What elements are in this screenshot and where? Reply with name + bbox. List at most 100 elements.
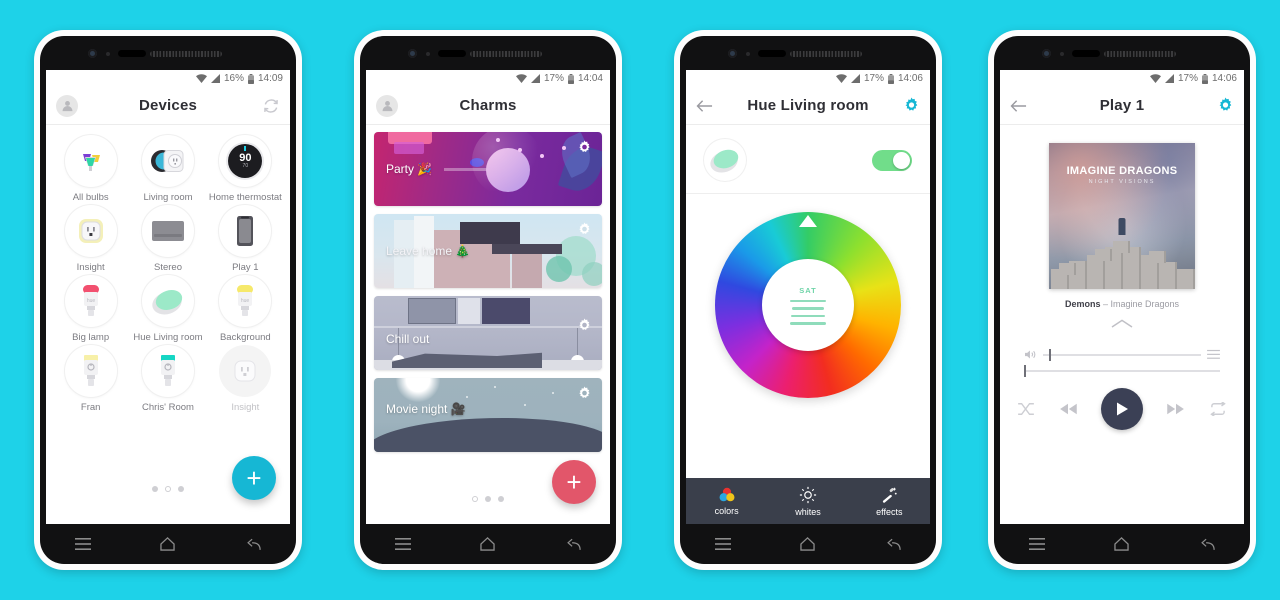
chevron-up-icon (1111, 319, 1133, 328)
settings-button[interactable] (903, 97, 920, 114)
refresh-button[interactable] (262, 97, 280, 115)
saturation-control[interactable]: SAT (762, 259, 854, 351)
menu-icon[interactable] (74, 538, 91, 550)
charm-card-party[interactable]: Party 🎉 (374, 132, 602, 206)
volume-icon[interactable] (1024, 349, 1037, 360)
charm-settings-button[interactable] (577, 140, 592, 160)
tab-colors[interactable]: colors (686, 487, 767, 516)
device-tile-fran[interactable]: Fran (52, 345, 129, 413)
device-tile-all-bulbs[interactable]: All bulbs (52, 135, 129, 203)
charm-card-movie-night[interactable]: Movie night 🎥 (374, 378, 602, 452)
track-dash: – (1100, 299, 1111, 309)
pager-dot[interactable] (485, 496, 491, 502)
leave-art-shape (460, 222, 520, 244)
front-camera-icon (728, 49, 737, 58)
hue-marker[interactable] (799, 215, 817, 227)
light-power-toggle[interactable] (872, 149, 912, 171)
device-icon-wrap (141, 135, 194, 187)
home-icon[interactable] (480, 537, 496, 551)
avatar[interactable] (56, 94, 78, 117)
device-tile-background[interactable]: hue Background (207, 275, 284, 343)
menu-icon[interactable] (394, 538, 411, 550)
album-art[interactable]: IMAGINE DRAGONS NIGHT VISIONS (1049, 143, 1195, 289)
color-circles-icon (719, 487, 735, 501)
back-icon[interactable] (245, 538, 261, 551)
playlist-icon[interactable] (1207, 349, 1220, 360)
saturation-slider[interactable] (790, 299, 826, 325)
home-icon[interactable] (160, 537, 176, 551)
movie-art-shape (396, 378, 440, 402)
pager-dot-current[interactable] (472, 496, 478, 502)
track-progress-slider[interactable] (1024, 365, 1220, 377)
chill-art-shape (408, 298, 456, 324)
track-progress-handle[interactable] (1024, 365, 1026, 377)
add-charm-button[interactable]: + (552, 460, 596, 504)
charm-label: Movie night 🎥 (386, 402, 466, 417)
device-label: Big lamp (72, 332, 110, 343)
device-tile-insight[interactable]: Insight (52, 205, 129, 273)
previous-icon[interactable] (1058, 402, 1078, 416)
wemo-insight-off-icon (234, 360, 256, 382)
party-art-shape (492, 136, 582, 166)
volume-slider[interactable] (1043, 348, 1201, 361)
tab-effects[interactable]: effects (849, 486, 930, 517)
color-wheel[interactable]: SAT (715, 212, 901, 398)
hue-bulb-cream-icon (83, 355, 98, 386)
volume-slider-handle[interactable] (1049, 348, 1052, 361)
device-tile-home-thermostat[interactable]: 90 70 Home thermostat (207, 135, 284, 203)
charm-label: Leave home 🎄 (386, 244, 471, 258)
expand-queue-button[interactable] (1111, 315, 1133, 333)
page-title: Play 1 (1099, 97, 1145, 114)
next-icon[interactable] (1166, 402, 1186, 416)
charm-card-leave-home[interactable]: Leave home 🎄 (374, 214, 602, 288)
menu-icon[interactable] (1028, 538, 1045, 550)
phone-hardware-top (994, 36, 1250, 70)
repeat-icon[interactable] (1209, 402, 1227, 416)
party-art-shape (394, 142, 424, 154)
avatar-icon (61, 101, 73, 112)
color-picker: SAT (686, 194, 930, 478)
back-button[interactable] (696, 99, 713, 113)
pager-dot-current[interactable] (165, 486, 171, 492)
back-icon[interactable] (1199, 538, 1215, 551)
device-tile-chris-room[interactable]: Chris' Room (129, 345, 206, 413)
device-tile-big-lamp[interactable]: hue Big lamp (52, 275, 129, 343)
device-tile-stereo[interactable]: Stereo (129, 205, 206, 273)
clock: 14:06 (1211, 73, 1237, 84)
avatar[interactable] (376, 94, 398, 117)
saturation-label: SAT (799, 285, 817, 295)
home-icon[interactable] (800, 537, 816, 551)
charm-settings-button[interactable] (577, 318, 592, 338)
pager-dot[interactable] (178, 486, 184, 492)
back-button[interactable] (1010, 99, 1027, 113)
proximity-sensor-icon (426, 52, 430, 56)
back-icon[interactable] (565, 538, 581, 551)
device-tile-insight-off[interactable]: Insight (207, 345, 284, 413)
add-device-button[interactable]: + (232, 456, 276, 500)
charm-settings-button[interactable] (577, 386, 592, 406)
device-icon-wrap (141, 345, 194, 397)
charms-body: Party 🎉 Leave home 🎄 Chill out Movie nig… (366, 125, 610, 524)
pager-dot[interactable] (498, 496, 504, 502)
menu-icon[interactable] (714, 538, 731, 550)
settings-button[interactable] (1217, 97, 1234, 114)
phone-hardware-top (680, 36, 936, 70)
charm-settings-button[interactable] (577, 222, 592, 242)
home-icon[interactable] (1114, 537, 1130, 551)
screen-charms: 17% 14:04 Charms Party 🎉 Leave home 🎄 Ch… (366, 70, 610, 524)
phone-hardware-top (360, 36, 616, 70)
pager-dot[interactable] (152, 486, 158, 492)
charm-card-chill-out[interactable]: Chill out (374, 296, 602, 370)
light-icon-wrap[interactable] (704, 139, 746, 181)
shuffle-icon[interactable] (1017, 402, 1035, 416)
stereo-icon (151, 221, 184, 241)
tab-whites[interactable]: whites (767, 486, 848, 517)
play-button[interactable] (1101, 388, 1143, 430)
device-icon-wrap (64, 205, 117, 257)
back-icon[interactable] (885, 538, 901, 551)
device-tile-living-room[interactable]: Living room (129, 135, 206, 203)
device-tile-play-1[interactable]: Play 1 (207, 205, 284, 273)
avatar-icon (381, 101, 393, 112)
device-tile-hue-living-room[interactable]: Hue Living room (129, 275, 206, 343)
album-title-text: NIGHT VISIONS (1088, 179, 1156, 185)
